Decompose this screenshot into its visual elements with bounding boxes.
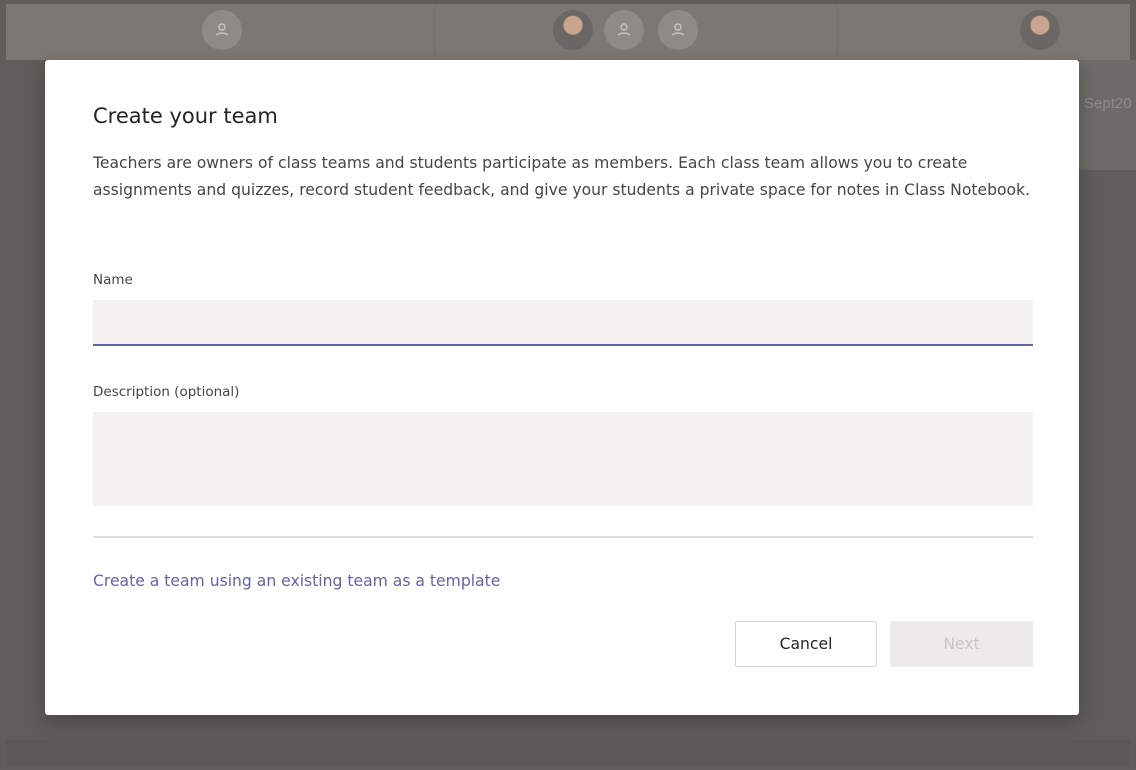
person-silhouette-icon xyxy=(604,10,644,50)
cancel-button[interactable]: Cancel xyxy=(735,621,877,667)
use-template-link[interactable]: Create a team using an existing team as … xyxy=(93,572,500,590)
background-footer xyxy=(6,740,1130,766)
description-label: Description (optional) xyxy=(93,384,240,400)
create-team-dialog: Create your team Teachers are owners of … xyxy=(45,60,1079,715)
user-photo-avatar xyxy=(1020,10,1060,50)
dialog-title: Create your team xyxy=(93,104,278,128)
background-panel xyxy=(1079,60,1136,170)
next-button[interactable]: Next xyxy=(890,621,1033,667)
divider xyxy=(93,536,1033,538)
person-silhouette-icon xyxy=(202,10,242,50)
background-team-label: Sept20 xyxy=(1084,95,1132,112)
name-label: Name xyxy=(93,272,133,288)
team-name-input[interactable] xyxy=(93,300,1033,346)
user-photo-avatar xyxy=(553,10,593,50)
background-column xyxy=(838,4,1130,60)
person-silhouette-icon xyxy=(658,10,698,50)
dialog-description: Teachers are owners of class teams and s… xyxy=(93,154,1031,199)
teams-app-background: Sept20 Create your team Teachers are own… xyxy=(0,0,1136,770)
team-description-input[interactable] xyxy=(93,412,1033,506)
